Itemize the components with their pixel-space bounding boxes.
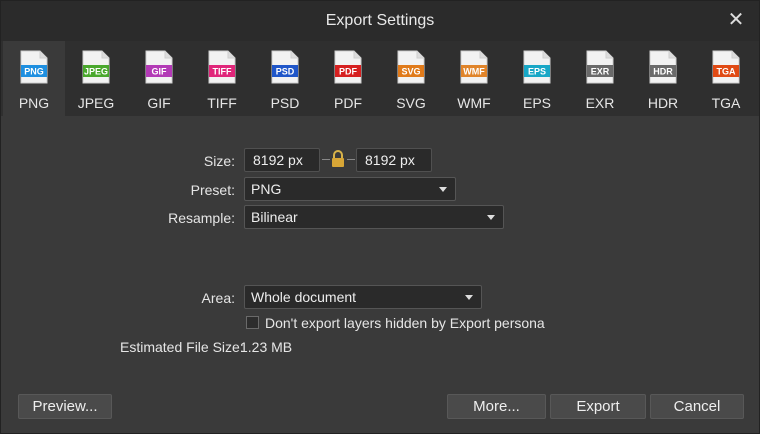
size-label: Size: [203,153,235,169]
svg-text:PDF: PDF [339,67,358,77]
eps-file-icon: EPS [523,50,551,84]
chevron-down-icon [487,215,495,220]
format-tab-label: SVG [396,95,426,111]
format-tab-label: JPEG [77,95,115,111]
filesize-label: Estimated File Size: [120,339,244,355]
format-tab-eps[interactable]: EPS EPS [506,41,568,116]
svg-file-icon: SVG [397,50,425,84]
wmf-file-icon: WMF [460,50,488,84]
lock-icon[interactable] [329,149,347,169]
height-field[interactable]: 8192 px [356,148,432,172]
export-button[interactable]: Export [550,394,646,419]
svg-text:PSD: PSD [276,67,295,77]
format-tab-label: TIFF [207,95,237,111]
title-bar: Export Settings ✕ [1,1,759,41]
format-tab-label: EPS [522,95,551,111]
preset-dropdown[interactable]: PNG [244,177,456,201]
png-file-icon: PNG [20,50,48,84]
format-tab-tga[interactable]: TGA TGA [695,41,757,116]
tiff-file-icon: TIFF [208,50,236,84]
format-tab-tiff[interactable]: TIFF TIFF [191,41,253,116]
resample-label: Resample: [168,210,235,226]
close-icon[interactable]: ✕ [725,8,747,32]
format-tab-label: HDR [647,95,679,111]
more-button[interactable]: More... [447,394,546,419]
hidden-layers-label[interactable]: Don't export layers hidden by Export per… [265,315,545,331]
area-label: Area: [201,290,235,306]
format-tab-label: PSD [270,95,300,111]
format-tab-label: EXR [585,95,615,111]
svg-text:JPEG: JPEG [84,67,108,77]
format-tab-wmf[interactable]: WMF WMF [443,41,505,116]
format-bar: PNG PNG JPEG JPEG GIF GIF TIFF TIFF PSD PSD PDF PDF… [1,41,759,116]
area-value: Whole document [251,289,357,305]
area-dropdown[interactable]: Whole document [244,285,482,309]
svg-text:EPS: EPS [528,67,546,77]
svg-text:SVG: SVG [401,67,420,77]
format-tab-hdr[interactable]: HDR HDR [632,41,694,116]
psd-file-icon: PSD [271,50,299,84]
dialog-title: Export Settings [325,12,435,29]
filesize-value: 1.23 MB [240,339,293,355]
jpeg-file-icon: JPEG [82,50,110,84]
svg-text:GIF: GIF [152,67,168,77]
format-tab-pdf[interactable]: PDF PDF [317,41,379,116]
format-tab-svg[interactable]: SVG SVG [380,41,442,116]
preset-label: Preset: [190,182,235,198]
format-tab-gif[interactable]: GIF GIF [128,41,190,116]
gif-file-icon: GIF [145,50,173,84]
svg-text:WMF: WMF [463,67,485,77]
pdf-file-icon: PDF [334,50,362,84]
format-tab-jpeg[interactable]: JPEG JPEG [65,41,127,116]
format-tab-label: TGA [711,95,741,111]
link-line-right [347,159,355,160]
svg-text:HDR: HDR [653,67,673,77]
svg-text:TIFF: TIFF [213,67,232,77]
svg-text:TGA: TGA [717,67,736,77]
chevron-down-icon [439,187,447,192]
format-tab-exr[interactable]: EXR EXR [569,41,631,116]
preset-value: PNG [251,181,282,197]
tga-file-icon: TGA [712,50,740,84]
export-settings-dialog: Export Settings ✕ PNG PNG JPEG JPEG GIF GIF TI… [0,0,760,434]
svg-text:PNG: PNG [24,67,44,77]
format-tab-label: GIF [147,95,171,111]
resample-value: Bilinear [251,209,298,225]
svg-text:EXR: EXR [591,67,610,77]
format-tab-label: PDF [334,95,362,111]
preview-button[interactable]: Preview... [18,394,112,419]
format-tab-png[interactable]: PNG PNG [3,41,65,116]
resample-dropdown[interactable]: Bilinear [244,205,504,229]
format-tab-psd[interactable]: PSD PSD [254,41,316,116]
chevron-down-icon [465,295,473,300]
format-tab-label: PNG [18,95,50,111]
hidden-layers-checkbox[interactable] [246,316,259,329]
exr-file-icon: EXR [586,50,614,84]
cancel-button[interactable]: Cancel [650,394,744,419]
hdr-file-icon: HDR [649,50,677,84]
width-field[interactable]: 8192 px [244,148,320,172]
format-tab-label: WMF [457,95,491,111]
